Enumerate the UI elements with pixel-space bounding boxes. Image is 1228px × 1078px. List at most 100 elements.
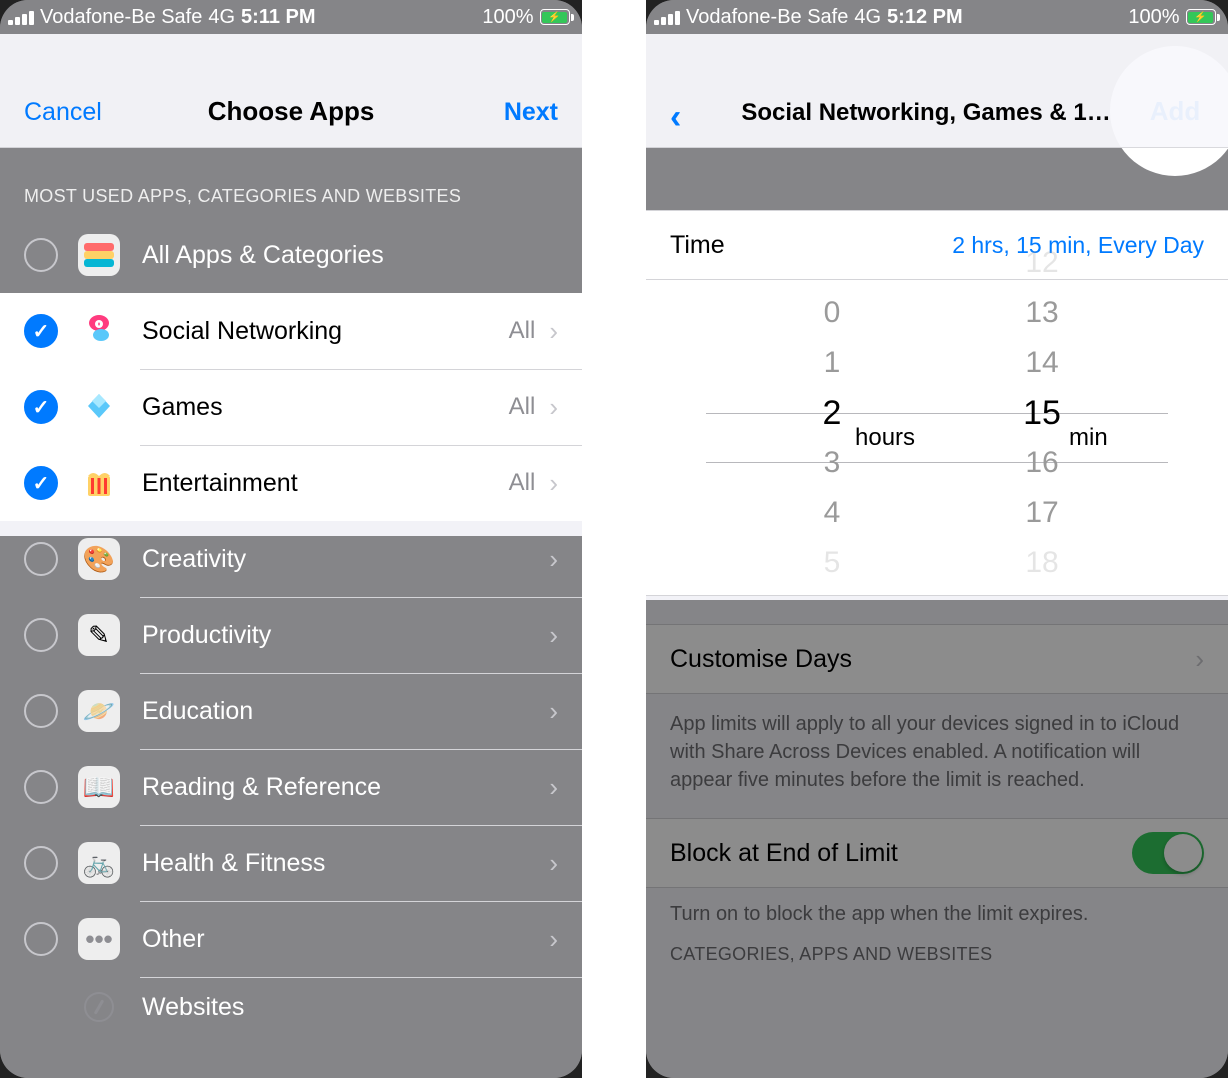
picker-option[interactable]: 13 bbox=[957, 288, 1127, 338]
customise-days-label: Customise Days bbox=[670, 645, 852, 674]
education-icon: 🪐 bbox=[78, 690, 120, 732]
signal-bars-icon bbox=[8, 9, 34, 25]
chevron-right-icon: › bbox=[549, 620, 558, 651]
row-creativity[interactable]: 🎨 Creativity › bbox=[0, 521, 582, 597]
minutes-column[interactable]: 12 13 14 15 16 17 18 min bbox=[957, 288, 1127, 588]
all-apps-icon bbox=[78, 234, 120, 276]
productivity-icon: ✎ bbox=[78, 614, 120, 656]
customise-days-row[interactable]: Customise Days › bbox=[646, 624, 1228, 694]
row-label: Productivity bbox=[142, 621, 549, 650]
status-bar: Vodafone-Be Safe 4G 5:11 PM 100% ⚡ bbox=[0, 0, 582, 34]
hours-unit: hours bbox=[855, 424, 915, 452]
clock-label: 5:11 PM bbox=[241, 6, 315, 29]
chevron-right-icon: › bbox=[549, 772, 558, 803]
row-health[interactable]: 🚲 Health & Fitness › bbox=[0, 825, 582, 901]
picker-option[interactable]: 12 bbox=[957, 238, 1127, 288]
row-label: Social Networking bbox=[142, 317, 509, 346]
block-at-end-row[interactable]: Block at End of Limit bbox=[646, 818, 1228, 888]
next-button[interactable]: Next bbox=[504, 98, 558, 127]
chevron-right-icon: › bbox=[549, 924, 558, 955]
nav-title: Social Networking, Games & 1… bbox=[691, 99, 1190, 127]
row-label: Other bbox=[142, 925, 549, 954]
reading-icon: 📖 bbox=[78, 766, 120, 808]
carrier-label: Vodafone-Be Safe bbox=[40, 6, 202, 29]
battery-percent: 100% bbox=[482, 6, 533, 29]
radio-checked-icon[interactable]: ✓ bbox=[24, 466, 58, 500]
clock-label: 5:12 PM bbox=[887, 6, 963, 29]
info-text: App limits will apply to all your device… bbox=[646, 694, 1228, 818]
network-label: 4G bbox=[854, 6, 881, 29]
radio-unchecked-icon[interactable] bbox=[24, 694, 58, 728]
row-label: Health & Fitness bbox=[142, 849, 549, 878]
cancel-button[interactable]: Cancel bbox=[24, 98, 102, 127]
battery-icon: ⚡ bbox=[540, 9, 575, 25]
row-label: Entertainment bbox=[142, 469, 509, 498]
time-picker[interactable]: 0 1 2 3 4 5 hours 12 13 14 15 16 17 18 m… bbox=[646, 280, 1228, 596]
row-all-apps[interactable]: All Apps & Categories bbox=[0, 217, 582, 293]
hours-column[interactable]: 0 1 2 3 4 5 hours bbox=[747, 288, 917, 588]
carrier-label: Vodafone-Be Safe bbox=[686, 6, 848, 29]
status-bar: Vodafone-Be Safe 4G 5:12 PM 100% ⚡ bbox=[646, 0, 1228, 34]
row-games[interactable]: ✓ Games All › bbox=[0, 369, 582, 445]
games-icon bbox=[78, 386, 120, 428]
row-reading[interactable]: 📖 Reading & Reference › bbox=[0, 749, 582, 825]
nav-bar: ‹ Social Networking, Games & 1… bbox=[646, 34, 1228, 148]
chevron-right-icon: › bbox=[549, 848, 558, 879]
back-button[interactable]: ‹ bbox=[670, 107, 681, 127]
picker-option[interactable]: 0 bbox=[747, 288, 917, 338]
radio-checked-icon[interactable]: ✓ bbox=[24, 314, 58, 348]
health-icon: 🚲 bbox=[78, 842, 120, 884]
radio-unchecked-icon[interactable] bbox=[24, 542, 58, 576]
other-icon: ••• bbox=[78, 918, 120, 960]
radio-unchecked-icon[interactable] bbox=[24, 618, 58, 652]
radio-unchecked-icon[interactable] bbox=[24, 922, 58, 956]
picker-option[interactable]: 14 bbox=[957, 338, 1127, 388]
radio-unchecked-icon[interactable] bbox=[24, 770, 58, 804]
picker-option[interactable]: 18 bbox=[957, 538, 1127, 588]
screen-time-limit: Add Vodafone-Be Safe 4G 5:12 PM 100% ⚡ ‹… bbox=[646, 0, 1228, 1078]
row-value: All bbox=[509, 469, 536, 497]
websites-icon bbox=[78, 986, 120, 1028]
row-social-networking[interactable]: ✓ Social Networking All › bbox=[0, 293, 582, 369]
time-row[interactable]: Time 2 hrs, 15 min, Every Day bbox=[646, 210, 1228, 280]
row-value: All bbox=[509, 393, 536, 421]
signal-bars-icon bbox=[654, 9, 680, 25]
screen-choose-apps: Vodafone-Be Safe 4G 5:11 PM 100% ⚡ Cance… bbox=[0, 0, 582, 1078]
battery-percent: 100% bbox=[1128, 6, 1179, 29]
picker-option[interactable]: 17 bbox=[957, 488, 1127, 538]
row-entertainment[interactable]: ✓ Entertainment All › bbox=[0, 445, 582, 521]
time-label: Time bbox=[670, 231, 725, 260]
row-websites[interactable]: Websites bbox=[0, 977, 582, 1037]
chevron-right-icon: › bbox=[549, 696, 558, 727]
entertainment-icon bbox=[78, 462, 120, 504]
block-label: Block at End of Limit bbox=[670, 839, 898, 868]
categories-header: CATEGORIES, APPS AND WEBSITES bbox=[646, 936, 1228, 975]
creativity-icon: 🎨 bbox=[78, 538, 120, 580]
block-hint: Turn on to block the app when the limit … bbox=[646, 888, 1228, 936]
chevron-right-icon: › bbox=[549, 468, 558, 499]
chevron-right-icon: › bbox=[549, 544, 558, 575]
minutes-unit: min bbox=[1069, 424, 1108, 452]
nav-bar: Cancel Choose Apps Next bbox=[0, 34, 582, 148]
chevron-right-icon: › bbox=[1195, 644, 1204, 675]
row-label: Reading & Reference bbox=[142, 773, 549, 802]
section-header-most-used: MOST USED APPS, CATEGORIES AND WEBSITES bbox=[0, 148, 582, 217]
battery-icon: ⚡ bbox=[1186, 9, 1221, 25]
row-label: Education bbox=[142, 697, 549, 726]
picker-option[interactable]: 1 bbox=[747, 338, 917, 388]
radio-checked-icon[interactable]: ✓ bbox=[24, 390, 58, 424]
picker-option[interactable]: 5 bbox=[747, 538, 917, 588]
block-toggle[interactable] bbox=[1132, 832, 1204, 874]
row-other[interactable]: ••• Other › bbox=[0, 901, 582, 977]
row-label: Games bbox=[142, 393, 509, 422]
row-label: All Apps & Categories bbox=[142, 241, 558, 270]
radio-unchecked-icon[interactable] bbox=[24, 846, 58, 880]
row-label: Websites bbox=[142, 993, 558, 1022]
row-value: All bbox=[509, 317, 536, 345]
picker-option[interactable]: 4 bbox=[747, 488, 917, 538]
row-productivity[interactable]: ✎ Productivity › bbox=[0, 597, 582, 673]
row-education[interactable]: 🪐 Education › bbox=[0, 673, 582, 749]
network-label: 4G bbox=[208, 6, 235, 29]
social-networking-icon bbox=[78, 310, 120, 352]
radio-unchecked-icon[interactable] bbox=[24, 238, 58, 272]
